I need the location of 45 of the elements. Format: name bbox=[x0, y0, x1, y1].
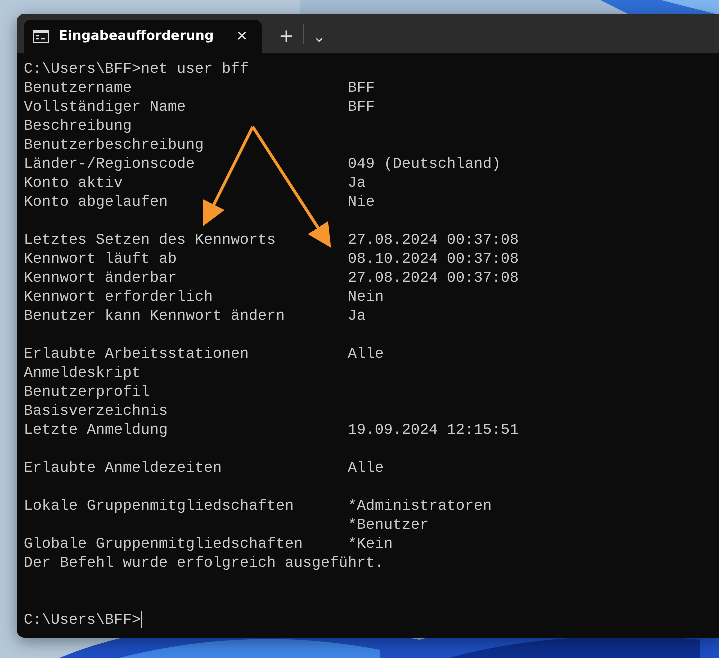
output-label: Benutzerbeschreibung bbox=[24, 136, 206, 155]
output-value: Ja bbox=[348, 174, 366, 193]
output-label: Benutzername bbox=[24, 79, 134, 98]
output-label: Basisverzeichnis bbox=[24, 402, 170, 421]
output-value: *Kein bbox=[348, 535, 394, 554]
command-line: C:\Users\BFF>net user bff bbox=[24, 60, 250, 79]
output-value: Alle bbox=[348, 345, 384, 364]
output-label: Konto aktiv bbox=[24, 174, 124, 193]
output-value: Alle bbox=[348, 459, 384, 478]
output-value: Nein bbox=[348, 288, 384, 307]
output-value: Ja bbox=[348, 307, 366, 326]
output-value: BFF bbox=[348, 98, 376, 117]
dropdown-button[interactable]: ⌄ bbox=[304, 20, 335, 53]
output-label: Erlaubte Anmeldezeiten bbox=[24, 459, 224, 478]
output-label: Kennwort änderbar bbox=[24, 269, 178, 288]
new-tab-button[interactable]: + bbox=[270, 20, 304, 53]
text-cursor bbox=[141, 611, 142, 628]
prompt: C:\Users\BFF> bbox=[24, 611, 142, 630]
output-label: Benutzer kann Kennwort ändern bbox=[24, 307, 286, 326]
output-value: *Administratoren bbox=[348, 497, 492, 516]
output-label: Anmeldeskript bbox=[24, 364, 142, 383]
output-value: 08.10.2024 00:37:08 bbox=[348, 250, 520, 269]
output-label: Letzte Anmeldung bbox=[24, 421, 170, 440]
output-label: Kennwort erforderlich bbox=[24, 288, 214, 307]
output-text: Der Befehl wurde erfolgreich ausgeführt. bbox=[24, 554, 384, 573]
output-value: 27.08.2024 00:37:08 bbox=[348, 231, 520, 250]
output-label: Länder-/Regionscode bbox=[24, 155, 196, 174]
terminal-icon bbox=[33, 30, 49, 43]
output-value: Nie bbox=[348, 193, 376, 212]
output-label: Benutzerprofil bbox=[24, 383, 152, 402]
close-button[interactable]: ✕ bbox=[234, 28, 250, 44]
output-label: Letztes Setzen des Kennworts bbox=[24, 231, 278, 250]
output-label: Globale Gruppenmitgliedschaften bbox=[24, 535, 304, 554]
output-value: 27.08.2024 00:37:08 bbox=[348, 269, 520, 288]
output-value: 049 (Deutschland) bbox=[348, 155, 502, 174]
output-value: 19.09.2024 12:15:51 bbox=[348, 421, 520, 440]
output-label: Beschreibung bbox=[24, 117, 134, 136]
output-value: *Benutzer bbox=[348, 516, 430, 535]
output-label: Lokale Gruppenmitgliedschaften bbox=[24, 497, 296, 516]
tab[interactable]: Eingabeaufforderung ✕ bbox=[24, 20, 262, 53]
output-label: Konto abgelaufen bbox=[24, 193, 170, 212]
output-label: Vollständiger Name bbox=[24, 98, 188, 117]
output-value: BFF bbox=[348, 79, 376, 98]
output-label: Kennwort läuft ab bbox=[24, 250, 178, 269]
output-label: Erlaubte Arbeitsstationen bbox=[24, 345, 250, 364]
